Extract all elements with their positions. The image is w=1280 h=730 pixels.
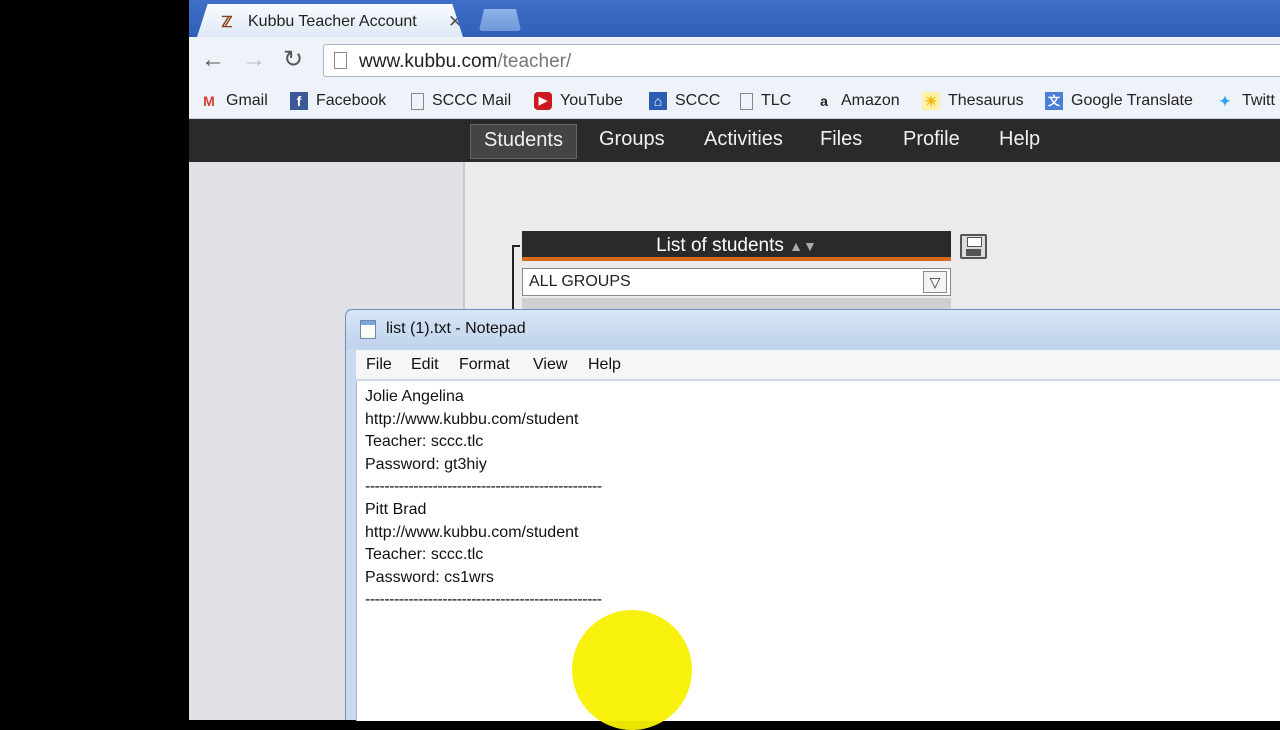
text-line: Teacher: sccc.tlc <box>365 433 484 451</box>
menu-help[interactable]: Help <box>588 356 621 374</box>
new-tab-button[interactable] <box>479 9 521 31</box>
twitter-icon: ✦ <box>1219 93 1231 109</box>
bookmark-amazon[interactable]: a Amazon <box>815 89 900 113</box>
youtube-icon: ▶ <box>534 92 552 110</box>
text-line: Password: gt3hiy <box>365 455 487 473</box>
amazon-icon: a <box>820 93 828 109</box>
kubbu-favicon-icon: ℤ <box>221 14 233 31</box>
bookmark-label: TLC <box>761 92 792 109</box>
facebook-icon: f <box>290 92 308 110</box>
separator-line: ----------------------------------------… <box>365 591 602 609</box>
text-line: Password: cs1wrs <box>365 568 494 586</box>
bookmark-label: SCCC <box>675 92 721 109</box>
nav-files[interactable]: Files <box>820 128 862 151</box>
notepad-icon <box>360 320 376 339</box>
bookmark-twitter[interactable]: ✦ Twitt <box>1216 89 1275 113</box>
text-line: http://www.kubbu.com/student <box>365 410 579 428</box>
reload-icon[interactable]: ↻ <box>283 45 303 75</box>
bookmark-tlc[interactable]: TLC <box>740 89 791 113</box>
menu-view[interactable]: View <box>533 356 567 374</box>
site-navigation: Students Groups Activities Files Profile… <box>189 119 1280 162</box>
bookmark-youtube[interactable]: ▶ YouTube <box>534 89 623 113</box>
students-list-title-row: List of students ▲▼ <box>522 235 951 257</box>
address-bar[interactable]: www.kubbu.com/teacher/ <box>323 44 1280 77</box>
text-line: Pitt Brad <box>365 500 427 518</box>
gmail-icon: M <box>203 93 215 109</box>
bookmark-label: Amazon <box>841 92 900 109</box>
notepad-window: list (1).txt - Notepad File Edit Format … <box>345 309 1280 721</box>
bookmark-google-translate[interactable]: 文 Google Translate <box>1045 89 1193 113</box>
notepad-text-area[interactable]: Jolie Angelina http://www.kubbu.com/stud… <box>356 381 1280 721</box>
bookmark-label: Gmail <box>226 92 268 109</box>
url-path: /teacher/ <box>497 51 572 72</box>
cursor-highlight <box>572 610 692 730</box>
notepad-menubar: File Edit Format View Help <box>356 350 1280 380</box>
tab-title: Kubbu Teacher Account <box>248 13 417 30</box>
tab-close-icon[interactable]: ✕ <box>448 12 462 32</box>
tab-kubbu-teacher[interactable]: ℤ Kubbu Teacher Account ✕ <box>197 4 463 37</box>
nav-profile[interactable]: Profile <box>903 128 960 151</box>
sccc-icon: ⌂ <box>649 92 667 110</box>
group-filter-value: ALL GROUPS <box>529 273 631 290</box>
browser-toolbar: ← → ↻ www.kubbu.com/teacher/ <box>189 37 1280 83</box>
text-line: http://www.kubbu.com/student <box>365 523 579 541</box>
menu-file[interactable]: File <box>366 356 392 374</box>
bookmarks-bar: M Gmail f Facebook SCCC Mail ▶ YouTube ⌂ SCC… <box>189 83 1280 119</box>
page-icon <box>740 92 753 110</box>
students-list-title: List of students <box>656 235 784 256</box>
bookmark-label: Google Translate <box>1071 92 1193 109</box>
bookmark-facebook[interactable]: f Facebook <box>290 89 386 113</box>
bookmark-sccc[interactable]: ⌂ SCCC <box>649 89 720 113</box>
forward-arrow-icon[interactable]: → <box>242 45 266 75</box>
nav-help[interactable]: Help <box>999 128 1040 151</box>
separator-line: ----------------------------------------… <box>365 478 602 496</box>
bookmark-gmail[interactable]: M Gmail <box>200 89 268 113</box>
save-icon[interactable] <box>960 234 987 259</box>
url-text: www.kubbu.com/teacher/ <box>359 51 571 73</box>
url-host: www.kubbu.com <box>359 51 498 72</box>
students-list-header: List of students ▲▼ <box>522 231 951 261</box>
group-filter-select[interactable]: ALL GROUPS ▽ <box>522 268 951 296</box>
thesaurus-icon: ☀ <box>922 92 940 110</box>
nav-activities[interactable]: Activities <box>704 128 783 151</box>
notepad-title: list (1).txt - Notepad <box>386 320 526 337</box>
bookmark-sccc-mail[interactable]: SCCC Mail <box>411 89 511 113</box>
bookmark-label: SCCC Mail <box>432 92 512 109</box>
bookmark-label: Twitt <box>1242 92 1275 109</box>
notepad-titlebar[interactable]: list (1).txt - Notepad <box>346 310 1280 349</box>
tab-strip: ℤ Kubbu Teacher Account ✕ <box>189 0 1280 37</box>
bookmark-label: YouTube <box>560 92 623 109</box>
screen: ℤ Kubbu Teacher Account ✕ ← → ↻ www.kubb… <box>0 0 1280 730</box>
bookmark-label: Facebook <box>316 92 387 109</box>
page-icon <box>411 92 424 110</box>
sort-arrows-icon[interactable]: ▲▼ <box>789 238 817 254</box>
back-arrow-icon[interactable]: ← <box>201 45 225 75</box>
nav-students[interactable]: Students <box>470 124 577 159</box>
nav-groups[interactable]: Groups <box>599 128 665 151</box>
text-line: Teacher: sccc.tlc <box>365 546 484 564</box>
google-translate-icon: 文 <box>1045 92 1063 110</box>
bookmark-label: Thesaurus <box>948 92 1024 109</box>
bookmark-thesaurus[interactable]: ☀ Thesaurus <box>922 89 1024 113</box>
menu-format[interactable]: Format <box>459 356 510 374</box>
page-icon <box>334 52 347 69</box>
menu-edit[interactable]: Edit <box>411 356 439 374</box>
dropdown-arrow-icon[interactable]: ▽ <box>923 271 947 293</box>
text-line: Jolie Angelina <box>365 388 464 405</box>
